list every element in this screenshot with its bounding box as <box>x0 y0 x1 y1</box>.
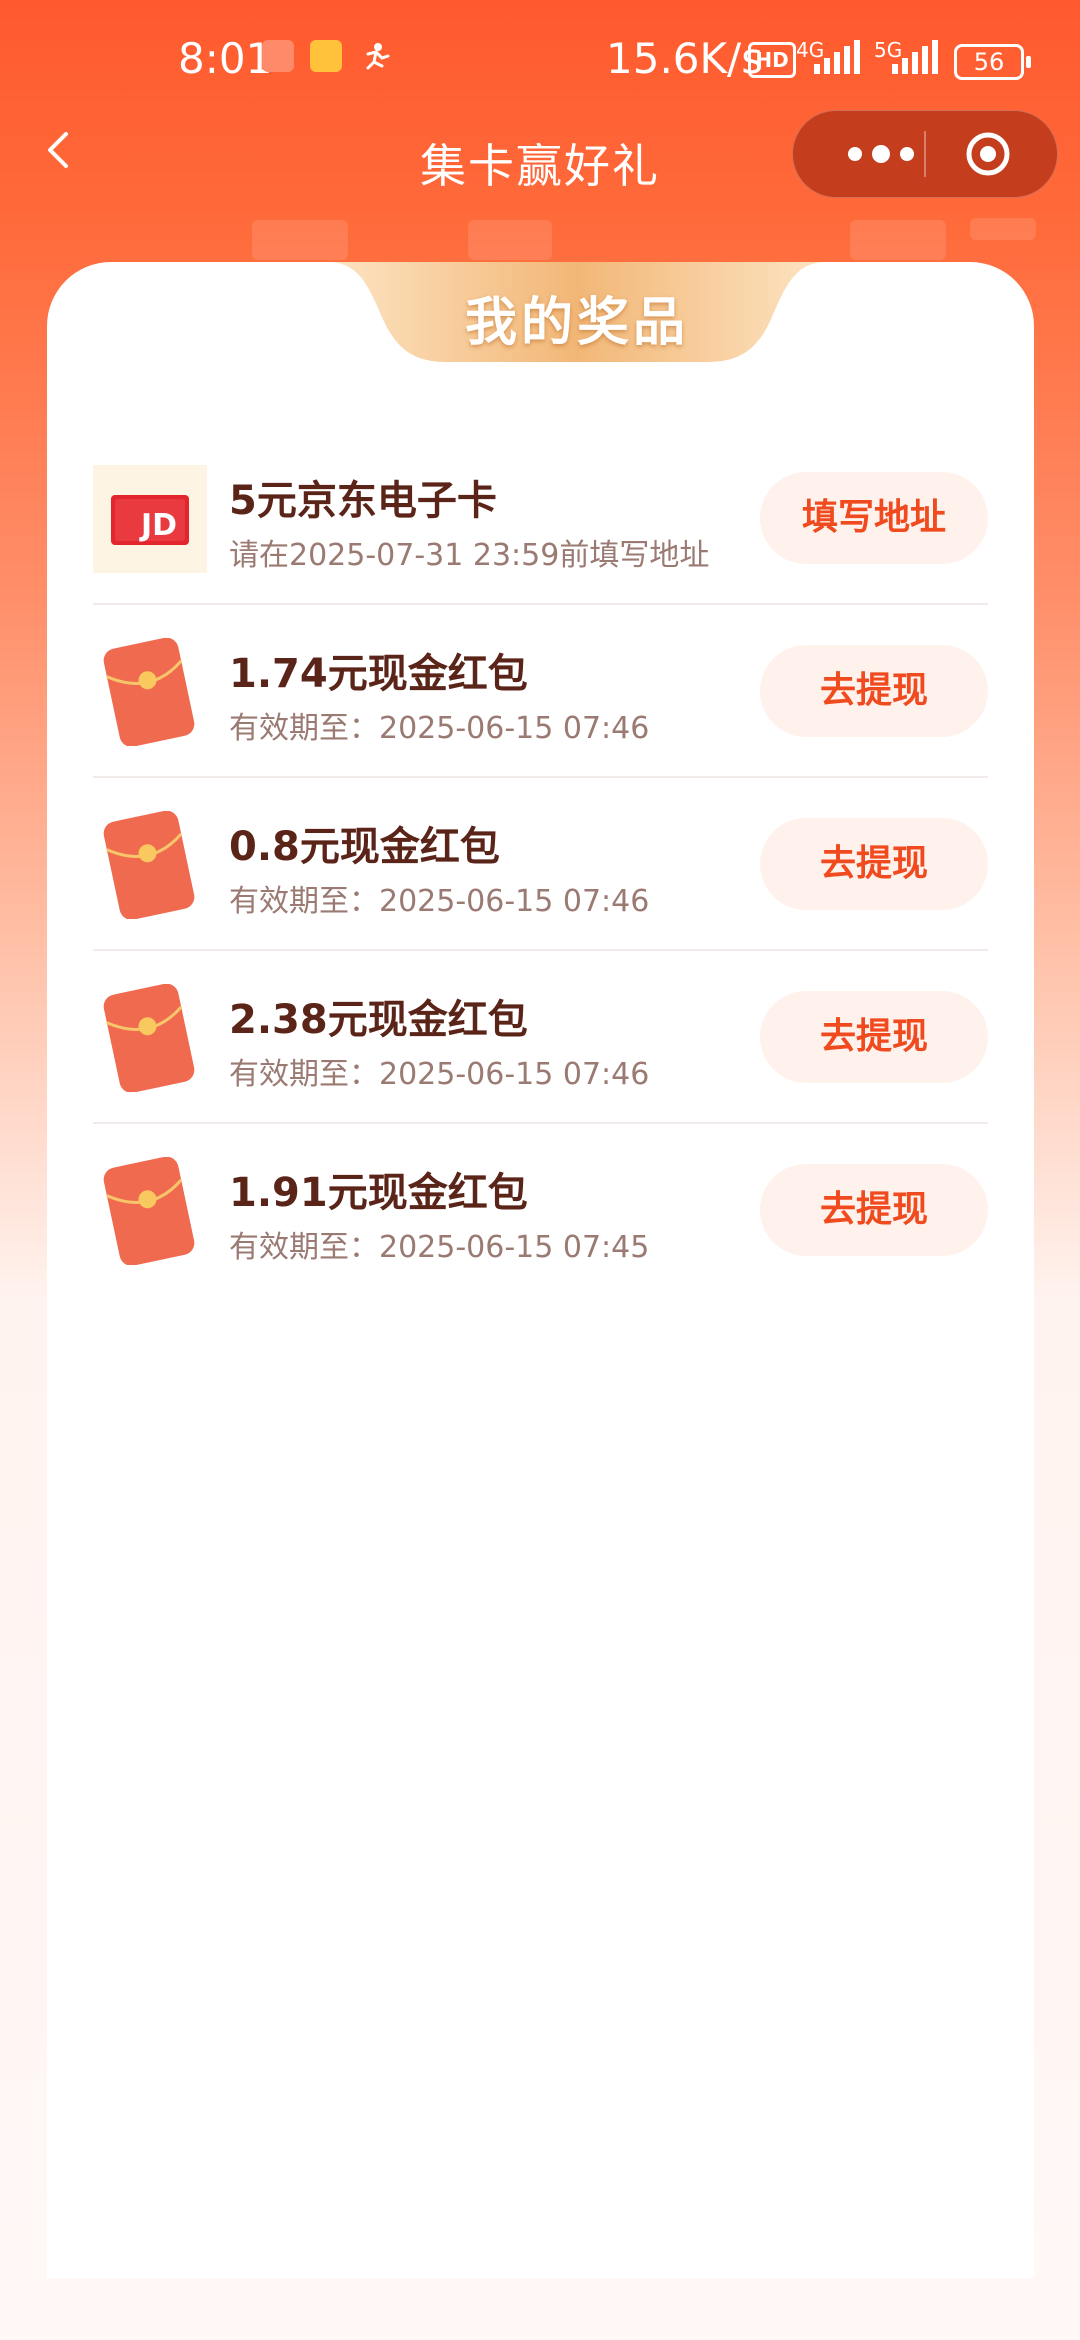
prize-name: 5元京东电子卡 <box>229 478 497 524</box>
prize-item-red-packet: 1.74元现金红包 有效期至：2025-06-15 07:46 去提现 <box>93 605 988 778</box>
hd-badge: HD <box>748 42 796 78</box>
close-mini-program-icon[interactable] <box>965 131 1011 177</box>
prize-card: 我的奖品 JD 5元京东电子卡 请在2025-07-31 23:59前填写地址 … <box>47 262 1034 2278</box>
red-packet-icon <box>103 1157 195 1265</box>
prize-item-red-packet: 1.91元现金红包 有效期至：2025-06-15 07:45 去提现 <box>93 1124 988 1295</box>
prize-card-header: 我的奖品 <box>327 262 827 362</box>
run-notification-icon <box>366 43 390 70</box>
prize-expiry: 有效期至：2025-06-15 07:46 <box>229 1057 650 1092</box>
withdraw-button[interactable]: 去提现 <box>760 1164 988 1256</box>
red-packet-icon <box>103 638 195 746</box>
decor-tab <box>468 220 552 260</box>
prize-card-title: 我的奖品 <box>464 293 689 353</box>
red-packet-icon <box>103 984 195 1092</box>
prize-name: 1.91元现金红包 <box>229 1170 528 1216</box>
prize-expiry: 有效期至：2025-06-15 07:45 <box>229 1230 650 1265</box>
withdraw-button[interactable]: 去提现 <box>760 991 988 1083</box>
prize-name: 1.74元现金红包 <box>229 651 528 697</box>
prize-list: JD 5元京东电子卡 请在2025-07-31 23:59前填写地址 填写地址 … <box>93 432 988 1295</box>
fill-address-button[interactable]: 填写地址 <box>760 472 988 564</box>
prize-expiry: 有效期至：2025-06-15 07:46 <box>229 711 650 746</box>
app-notification-icon <box>262 40 294 72</box>
signal-icon <box>814 40 860 74</box>
network-speed: 15.6K/s <box>606 34 764 83</box>
status-bar: 8:01 15.6K/s HD 4G 5G 56 <box>0 0 1080 120</box>
battery-indicator: 56 <box>954 44 1031 80</box>
signal-icon-2 <box>892 40 938 74</box>
prize-name: 2.38元现金红包 <box>229 997 528 1043</box>
prize-deadline: 请在2025-07-31 23:59前填写地址 <box>229 538 710 573</box>
prize-item-red-packet: 2.38元现金红包 有效期至：2025-06-15 07:46 去提现 <box>93 951 988 1124</box>
more-icon[interactable] <box>833 137 933 171</box>
withdraw-button[interactable]: 去提现 <box>760 645 988 737</box>
capsule-divider <box>924 131 926 177</box>
withdraw-button[interactable]: 去提现 <box>760 818 988 910</box>
prize-name: 0.8元现金红包 <box>229 824 500 870</box>
gallery-notification-icon <box>310 40 342 72</box>
prize-expiry: 有效期至：2025-06-15 07:46 <box>229 884 650 919</box>
red-packet-icon <box>103 811 195 919</box>
jd-card-icon: JD <box>93 465 207 573</box>
decor-tab <box>850 220 946 260</box>
mini-program-capsule <box>792 110 1058 198</box>
svg-text:JD: JD <box>139 508 177 543</box>
prize-item-jd-card: JD 5元京东电子卡 请在2025-07-31 23:59前填写地址 填写地址 <box>93 432 988 605</box>
decor-tab <box>252 220 348 260</box>
prize-item-red-packet: 0.8元现金红包 有效期至：2025-06-15 07:46 去提现 <box>93 778 988 951</box>
status-time: 8:01 <box>178 34 273 83</box>
decor-tab <box>970 218 1036 240</box>
